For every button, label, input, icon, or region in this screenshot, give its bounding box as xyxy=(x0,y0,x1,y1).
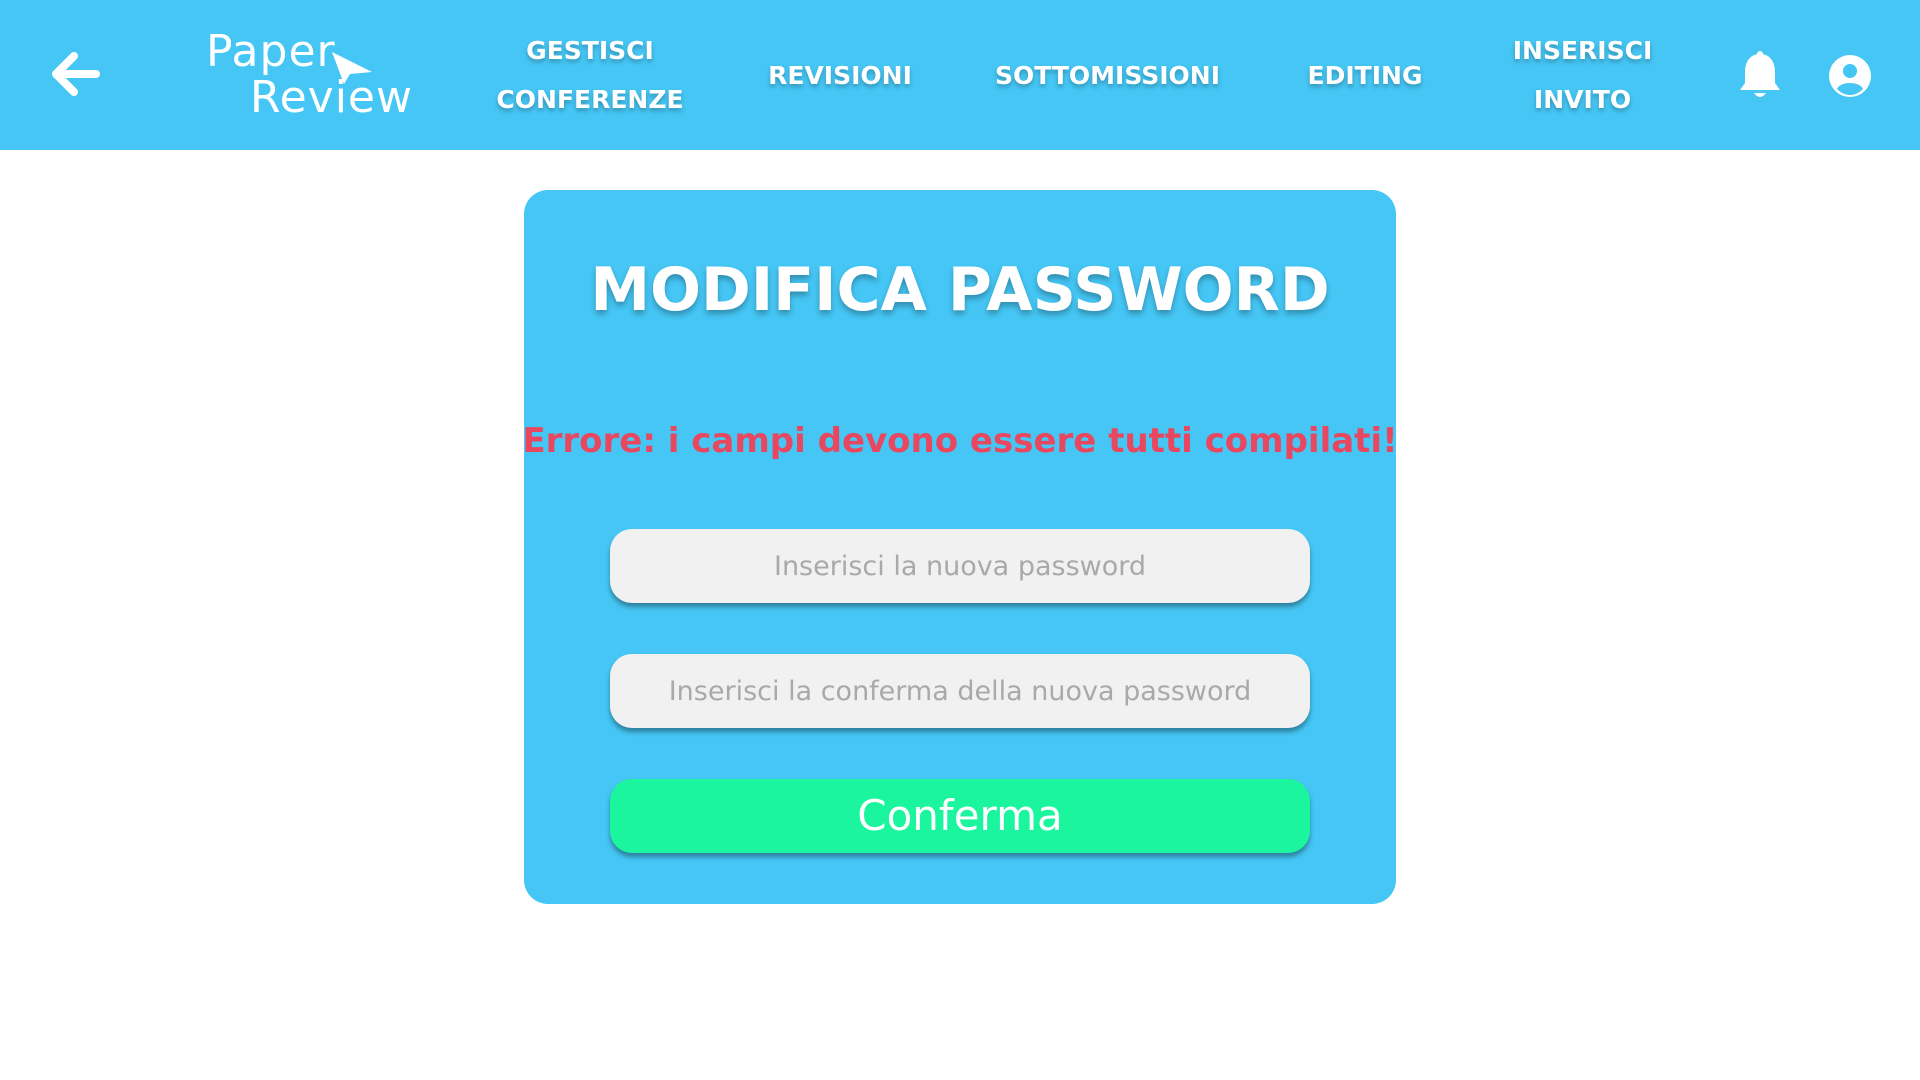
notifications-button[interactable] xyxy=(1736,50,1784,102)
nav-gestisci-conferenze[interactable]: GESTISCI CONFERENZE xyxy=(490,0,690,150)
error-message: Errore: i campi devono essere tutti comp… xyxy=(522,421,1398,461)
logo-text-review: Review xyxy=(250,72,413,123)
page-title: MODIFICA PASSWORD xyxy=(590,255,1330,325)
user-circle-icon xyxy=(1829,55,1871,97)
top-navigation-bar: Paper Review GESTISCI CONFERENZE REVISIO… xyxy=(0,0,1920,150)
confirm-password-input[interactable] xyxy=(610,654,1310,728)
paper-review-logo[interactable]: Paper Review xyxy=(206,26,412,126)
confirm-button[interactable]: Conferma xyxy=(610,779,1310,853)
nav-editing[interactable]: EDITING xyxy=(1300,0,1430,150)
arrow-left-icon xyxy=(52,52,100,96)
back-button[interactable] xyxy=(44,44,104,104)
nav-sottomissioni[interactable]: SOTTOMISSIONI xyxy=(990,0,1225,150)
logo-text-paper: Paper xyxy=(206,26,336,77)
profile-button[interactable] xyxy=(1828,54,1872,98)
nav-revisioni[interactable]: REVISIONI xyxy=(760,0,920,150)
nav-inserisci-invito[interactable]: INSERISCI INVITO xyxy=(1500,0,1665,150)
bell-icon xyxy=(1740,51,1780,97)
new-password-input[interactable] xyxy=(610,529,1310,603)
